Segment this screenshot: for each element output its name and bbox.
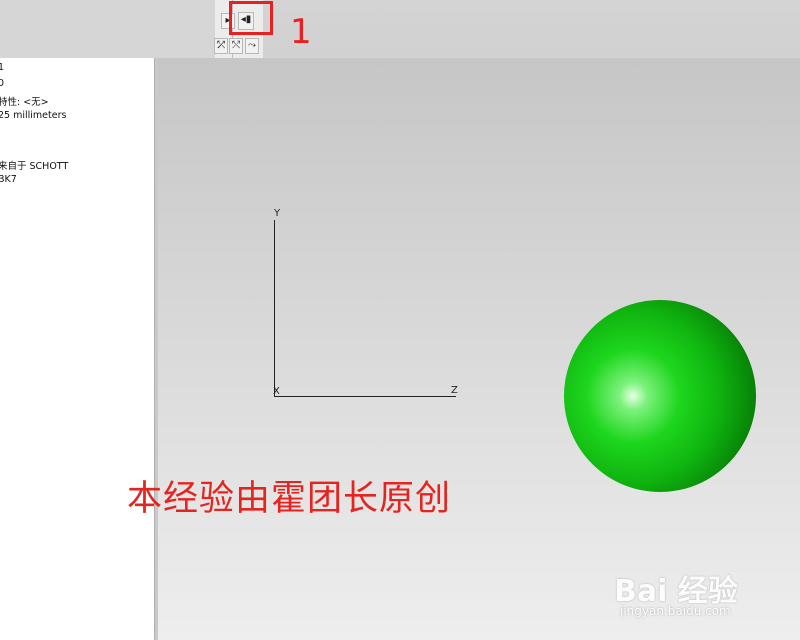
- sphere-object[interactable]: [564, 300, 756, 492]
- baidu-url: jingyan.baidu.com: [620, 604, 731, 618]
- x-axis-label: X: [273, 386, 280, 397]
- y-axis-label: Y: [274, 208, 281, 219]
- author-watermark: 本经验由霍团长原创: [127, 479, 452, 519]
- z-axis-label: Z: [451, 385, 458, 396]
